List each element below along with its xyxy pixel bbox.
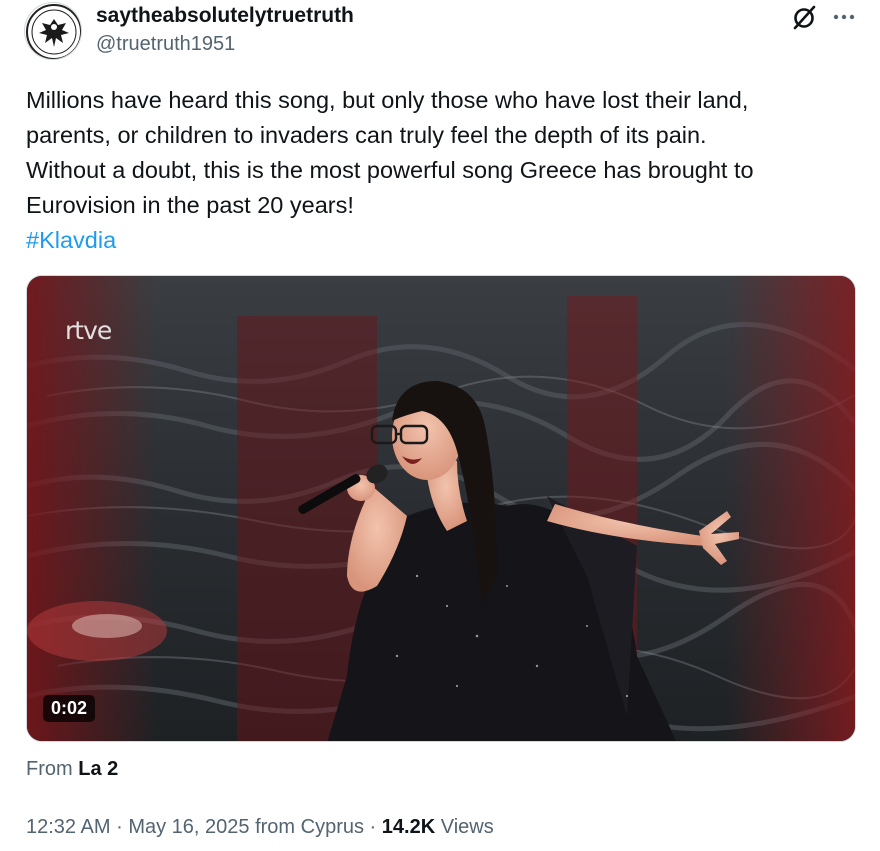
source-prefix: From (26, 758, 73, 780)
author-handle[interactable]: @truetruth1951 (96, 33, 235, 56)
more-dots-icon[interactable] (831, 6, 857, 28)
video-player[interactable]: rtve 0:02 (26, 275, 856, 742)
post-location: from Cyprus (255, 816, 364, 838)
tweet-text-line: Millions have heard this song, but only … (26, 87, 749, 113)
paok-eagle-crest-icon (26, 4, 81, 59)
meta-separator: · (116, 816, 123, 838)
rtve-watermark: rtve (65, 316, 112, 345)
tweet-text-line: parents, or children to invaders can tru… (26, 122, 707, 148)
video-duration-badge: 0:02 (43, 695, 96, 722)
avatar[interactable] (24, 2, 82, 60)
meta-separator: · (369, 816, 377, 838)
source-name-link[interactable]: La 2 (78, 758, 118, 780)
tweet-text: Millions have heard this song, but only … (26, 83, 866, 258)
post-time[interactable]: 12:32 AM (26, 816, 111, 838)
video-frame-image (27, 276, 855, 741)
media-source: From La 2 (26, 758, 118, 781)
views-label: Views (440, 816, 494, 838)
hashtag-link[interactable]: #Klavdia (26, 223, 866, 258)
tweet-container: saytheabsolutelytruetruth @truetruth1951… (0, 0, 880, 851)
author-display-name[interactable]: saytheabsolutelytruetruth (96, 4, 354, 28)
tweet-text-line: Eurovision in the past 20 years! (26, 192, 354, 218)
views-count: 14.2K (381, 816, 436, 838)
tweet-text-line: Without a doubt, this is the most powerf… (26, 157, 754, 183)
tweet-meta: 12:32 AM · May 16, 2025 from Cyprus · 14… (26, 816, 494, 839)
post-date[interactable]: May 16, 2025 (128, 816, 249, 838)
grok-icon[interactable] (790, 4, 818, 32)
